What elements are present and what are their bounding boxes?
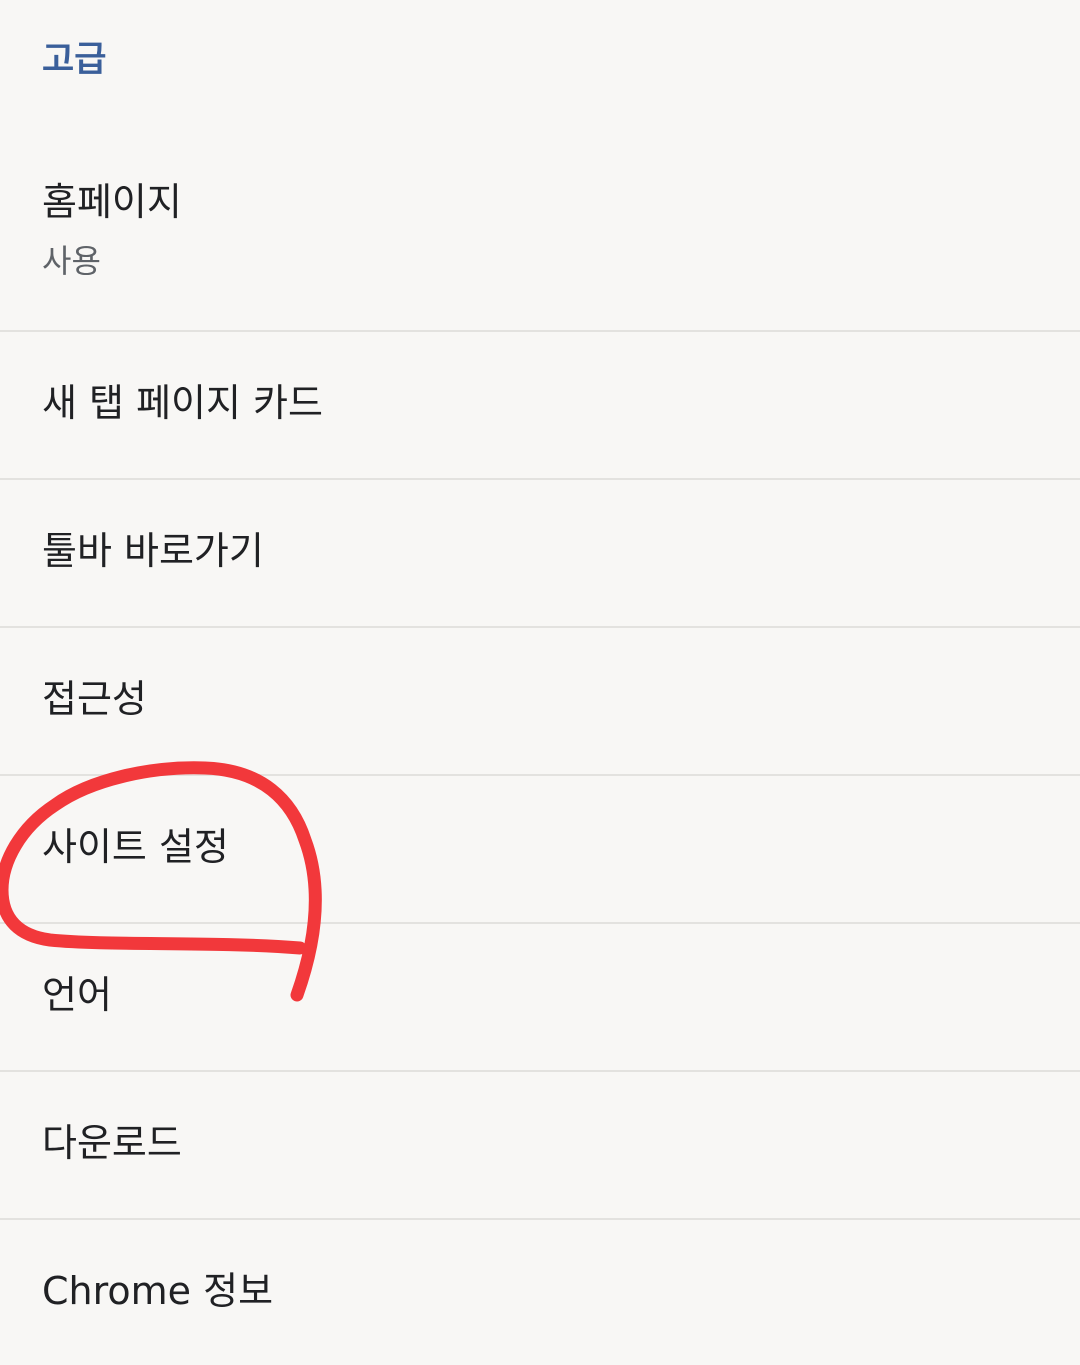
settings-item-title: 홈페이지	[42, 180, 182, 224]
settings-item-title: 접근성	[42, 677, 147, 721]
settings-item-homepage[interactable]: 홈페이지 사용	[0, 130, 1080, 330]
settings-item-title: 다운로드	[42, 1121, 182, 1165]
settings-item-title: 사이트 설정	[42, 825, 229, 869]
settings-item-new-tab-page-cards[interactable]: 새 탭 페이지 카드	[0, 330, 1080, 478]
settings-item-toolbar-shortcut[interactable]: 툴바 바로가기	[0, 478, 1080, 626]
settings-item-accessibility[interactable]: 접근성	[0, 626, 1080, 774]
settings-item-downloads[interactable]: 다운로드	[0, 1070, 1080, 1218]
settings-item-subtitle: 사용	[42, 242, 101, 280]
settings-item-title: 새 탭 페이지 카드	[42, 381, 323, 425]
settings-item-about-chrome[interactable]: Chrome 정보	[0, 1218, 1080, 1365]
settings-item-languages[interactable]: 언어	[0, 922, 1080, 1070]
settings-item-title: 언어	[42, 973, 112, 1017]
settings-list: 홈페이지 사용 새 탭 페이지 카드 툴바 바로가기 접근성 사이트 설정 언어…	[0, 0, 1080, 1365]
settings-item-title: 툴바 바로가기	[42, 529, 264, 573]
settings-item-title: Chrome 정보	[42, 1269, 274, 1313]
settings-item-site-settings[interactable]: 사이트 설정	[0, 774, 1080, 922]
